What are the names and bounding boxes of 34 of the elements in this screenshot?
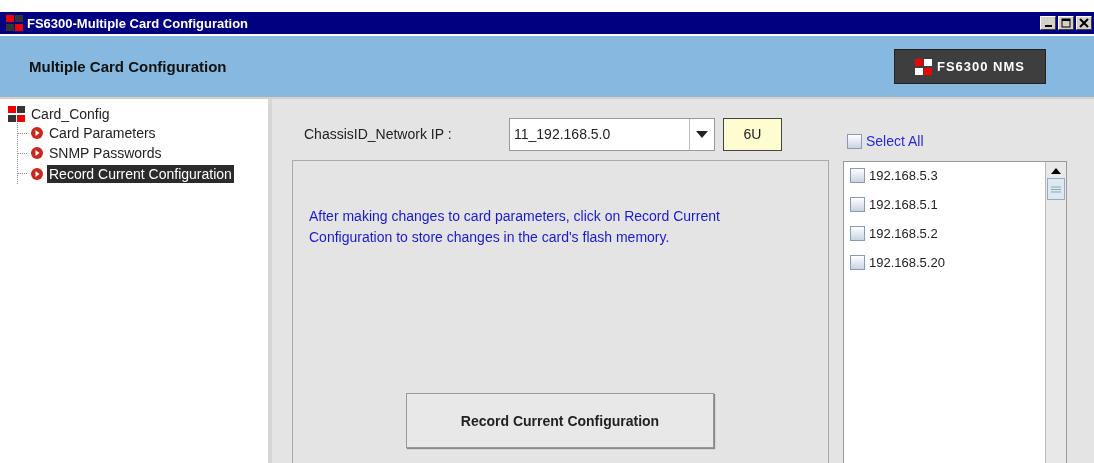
close-button[interactable] bbox=[1076, 16, 1092, 30]
scrollbar[interactable] bbox=[1045, 162, 1066, 463]
caret-icon bbox=[696, 130, 708, 138]
grip-icon bbox=[1051, 185, 1061, 193]
tree-item[interactable]: Card Parameters bbox=[47, 124, 158, 142]
header-title: Multiple Card Configuration bbox=[29, 58, 227, 75]
select-all-checkbox[interactable]: Select All bbox=[847, 133, 1067, 149]
tree-root-item[interactable]: Card_Config bbox=[29, 105, 112, 123]
minimize-button[interactable] bbox=[1040, 16, 1056, 30]
maximize-icon bbox=[1061, 18, 1071, 28]
ip-checkbox[interactable]: 192.168.5.2 bbox=[850, 224, 1045, 242]
ip-checkbox[interactable]: 192.168.5.1 bbox=[850, 195, 1045, 213]
folder-logo-icon bbox=[8, 106, 26, 122]
window-title: FS6300-Multiple Card Configuration bbox=[27, 15, 248, 31]
tree-item[interactable]: Record Current Configuration bbox=[47, 164, 234, 183]
app-logo-icon bbox=[6, 15, 24, 31]
bullet-icon bbox=[31, 147, 43, 159]
record-button[interactable]: Record Current Configuration bbox=[406, 393, 714, 448]
bullet-icon bbox=[31, 167, 43, 180]
ip-checkbox[interactable]: 192.168.5.3 bbox=[850, 166, 1045, 184]
logo-text: FS6300 NMS bbox=[936, 59, 1025, 74]
scroll-thumb[interactable] bbox=[1047, 178, 1065, 200]
info-text: After making changes to card parameters, click on Record Current Configuration to store changes in the card's flash memory. bbox=[309, 207, 721, 247]
scroll-up-icon[interactable] bbox=[1051, 168, 1061, 174]
minimize-icon bbox=[1044, 25, 1052, 27]
tree-item[interactable]: SNMP Passwords bbox=[47, 144, 164, 162]
chassis-dropdown[interactable]: 11_192.168.5.0 bbox=[509, 117, 715, 151]
logo-icon bbox=[914, 58, 933, 75]
ip-checkbox[interactable]: 192.168.5.20 bbox=[850, 253, 1045, 271]
unit-badge: 6U bbox=[723, 117, 782, 151]
maximize-button[interactable] bbox=[1058, 16, 1074, 30]
bullet-icon bbox=[31, 127, 43, 139]
chassis-label: ChassisID_Network IP : bbox=[304, 126, 453, 142]
close-icon bbox=[1079, 18, 1089, 28]
